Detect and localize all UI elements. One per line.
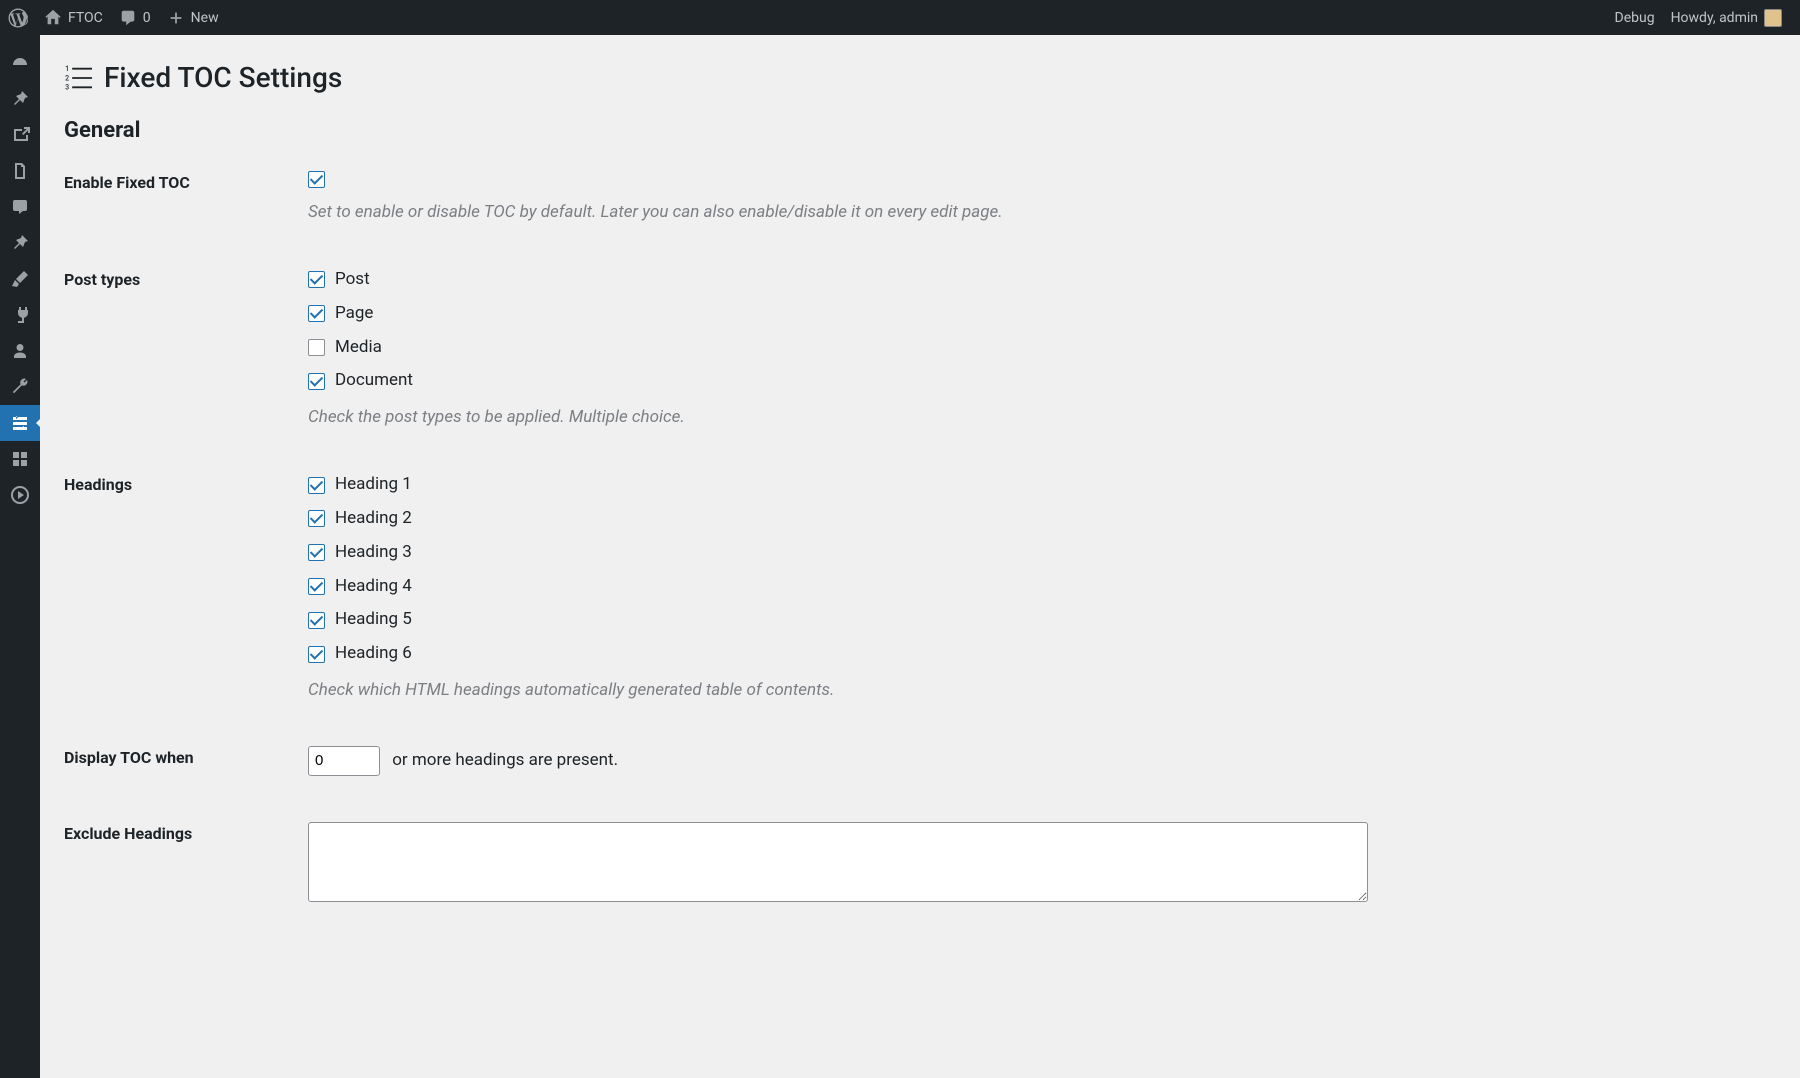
menu-appearance[interactable] <box>0 261 40 297</box>
admin-sidebar <box>0 35 40 1078</box>
row-exclude-headings: Exclude Headings <box>64 822 1776 907</box>
menu-users[interactable] <box>0 333 40 369</box>
pushpin-icon <box>10 89 30 109</box>
textarea-exclude-headings[interactable] <box>308 822 1368 902</box>
checkbox-label: Heading 6 <box>335 642 412 666</box>
menu-media[interactable] <box>0 117 40 153</box>
checkbox-enable[interactable] <box>308 171 325 188</box>
svg-text:2: 2 <box>65 74 69 82</box>
checkbox-label: Heading 1 <box>335 473 412 497</box>
media-icon <box>10 125 30 145</box>
svg-text:1: 1 <box>65 65 69 73</box>
row-display-when: Display TOC when or more headings are pr… <box>64 746 1776 776</box>
menu-fixed-toc[interactable] <box>0 405 40 441</box>
comments-count: 0 <box>143 10 151 26</box>
home-icon <box>44 9 62 27</box>
menu-dashboard[interactable] <box>0 45 40 81</box>
checkbox-post-type-post[interactable] <box>308 271 325 288</box>
slider-icon <box>10 413 30 433</box>
play-icon <box>10 485 30 505</box>
desc-post-types: Check the post types to be applied. Mult… <box>308 407 1776 427</box>
menu-item-6[interactable] <box>0 225 40 261</box>
checkbox-heading-5[interactable] <box>308 612 325 629</box>
greeting: Howdy, admin <box>1671 10 1758 26</box>
menu-comments[interactable] <box>0 189 40 225</box>
pushpin-icon <box>10 233 30 253</box>
checkbox-post-type-media[interactable] <box>308 339 325 356</box>
checkbox-heading-4[interactable] <box>308 578 325 595</box>
new-content-link[interactable]: New <box>159 0 227 35</box>
menu-item-12[interactable] <box>0 441 40 477</box>
site-link[interactable]: FTOC <box>36 0 111 35</box>
brush-icon <box>10 269 30 289</box>
desc-enable: Set to enable or disable TOC by default.… <box>308 202 1776 222</box>
checkbox-label: Page <box>335 302 373 326</box>
checkbox-heading-2[interactable] <box>308 510 325 527</box>
menu-tools[interactable] <box>0 369 40 405</box>
row-post-types: Post types Post Page Media Document Chec… <box>64 268 1776 427</box>
pages-icon <box>10 161 30 181</box>
checkbox-label: Heading 5 <box>335 608 412 632</box>
input-display-when[interactable] <box>308 746 380 776</box>
wrench-icon <box>10 377 30 397</box>
section-title: General <box>64 118 1776 143</box>
label-display-when: Display TOC when <box>64 746 308 767</box>
row-headings: Headings Heading 1 Heading 2 Heading 3 H… <box>64 473 1776 700</box>
label-headings: Headings <box>64 473 308 494</box>
checkbox-heading-6[interactable] <box>308 646 325 663</box>
svg-text:3: 3 <box>65 83 69 91</box>
wordpress-icon <box>8 8 28 28</box>
page-title: Fixed TOC Settings <box>104 61 342 94</box>
desc-headings: Check which HTML headings automatically … <box>308 680 1776 700</box>
checkbox-label: Media <box>335 336 382 360</box>
checkbox-heading-1[interactable] <box>308 477 325 494</box>
plug-icon <box>10 305 30 325</box>
my-account[interactable]: Howdy, admin <box>1663 0 1790 35</box>
checkbox-label: Heading 2 <box>335 507 412 531</box>
row-enable: Enable Fixed TOC Set to enable or disabl… <box>64 171 1776 222</box>
menu-pages[interactable] <box>0 153 40 189</box>
checkbox-post-type-page[interactable] <box>308 305 325 322</box>
content-wrap: 1 2 3 Fixed TOC Settings General Enable … <box>40 35 1800 947</box>
checkbox-label: Heading 4 <box>335 575 412 599</box>
checkbox-post-type-document[interactable] <box>308 373 325 390</box>
comments-link[interactable]: 0 <box>111 0 159 35</box>
site-name: FTOC <box>68 10 103 26</box>
label-post-types: Post types <box>64 268 308 289</box>
list-icon: 1 2 3 <box>64 64 92 92</box>
menu-posts[interactable] <box>0 81 40 117</box>
dashboard-icon <box>10 53 30 73</box>
checkbox-label: Heading 3 <box>335 541 412 565</box>
display-when-suffix: or more headings are present. <box>392 750 618 770</box>
avatar <box>1764 9 1782 27</box>
checkbox-label: Post <box>335 268 370 292</box>
menu-item-13[interactable] <box>0 477 40 513</box>
page-title-row: 1 2 3 Fixed TOC Settings <box>64 61 1776 94</box>
grid-icon <box>10 449 30 469</box>
admin-bar: FTOC 0 New Debug Howdy, admin <box>0 0 1800 35</box>
new-label: New <box>191 10 219 26</box>
user-icon <box>10 341 30 361</box>
debug-label: Debug <box>1615 10 1655 26</box>
wp-logo[interactable] <box>0 0 36 35</box>
checkbox-label: Document <box>335 369 413 393</box>
checkbox-heading-3[interactable] <box>308 544 325 561</box>
debug-link[interactable]: Debug <box>1607 0 1663 35</box>
plus-icon <box>167 9 185 27</box>
comment-icon <box>119 9 137 27</box>
label-exclude-headings: Exclude Headings <box>64 822 308 843</box>
label-enable: Enable Fixed TOC <box>64 171 308 192</box>
menu-plugins[interactable] <box>0 297 40 333</box>
comment-icon <box>10 197 30 217</box>
